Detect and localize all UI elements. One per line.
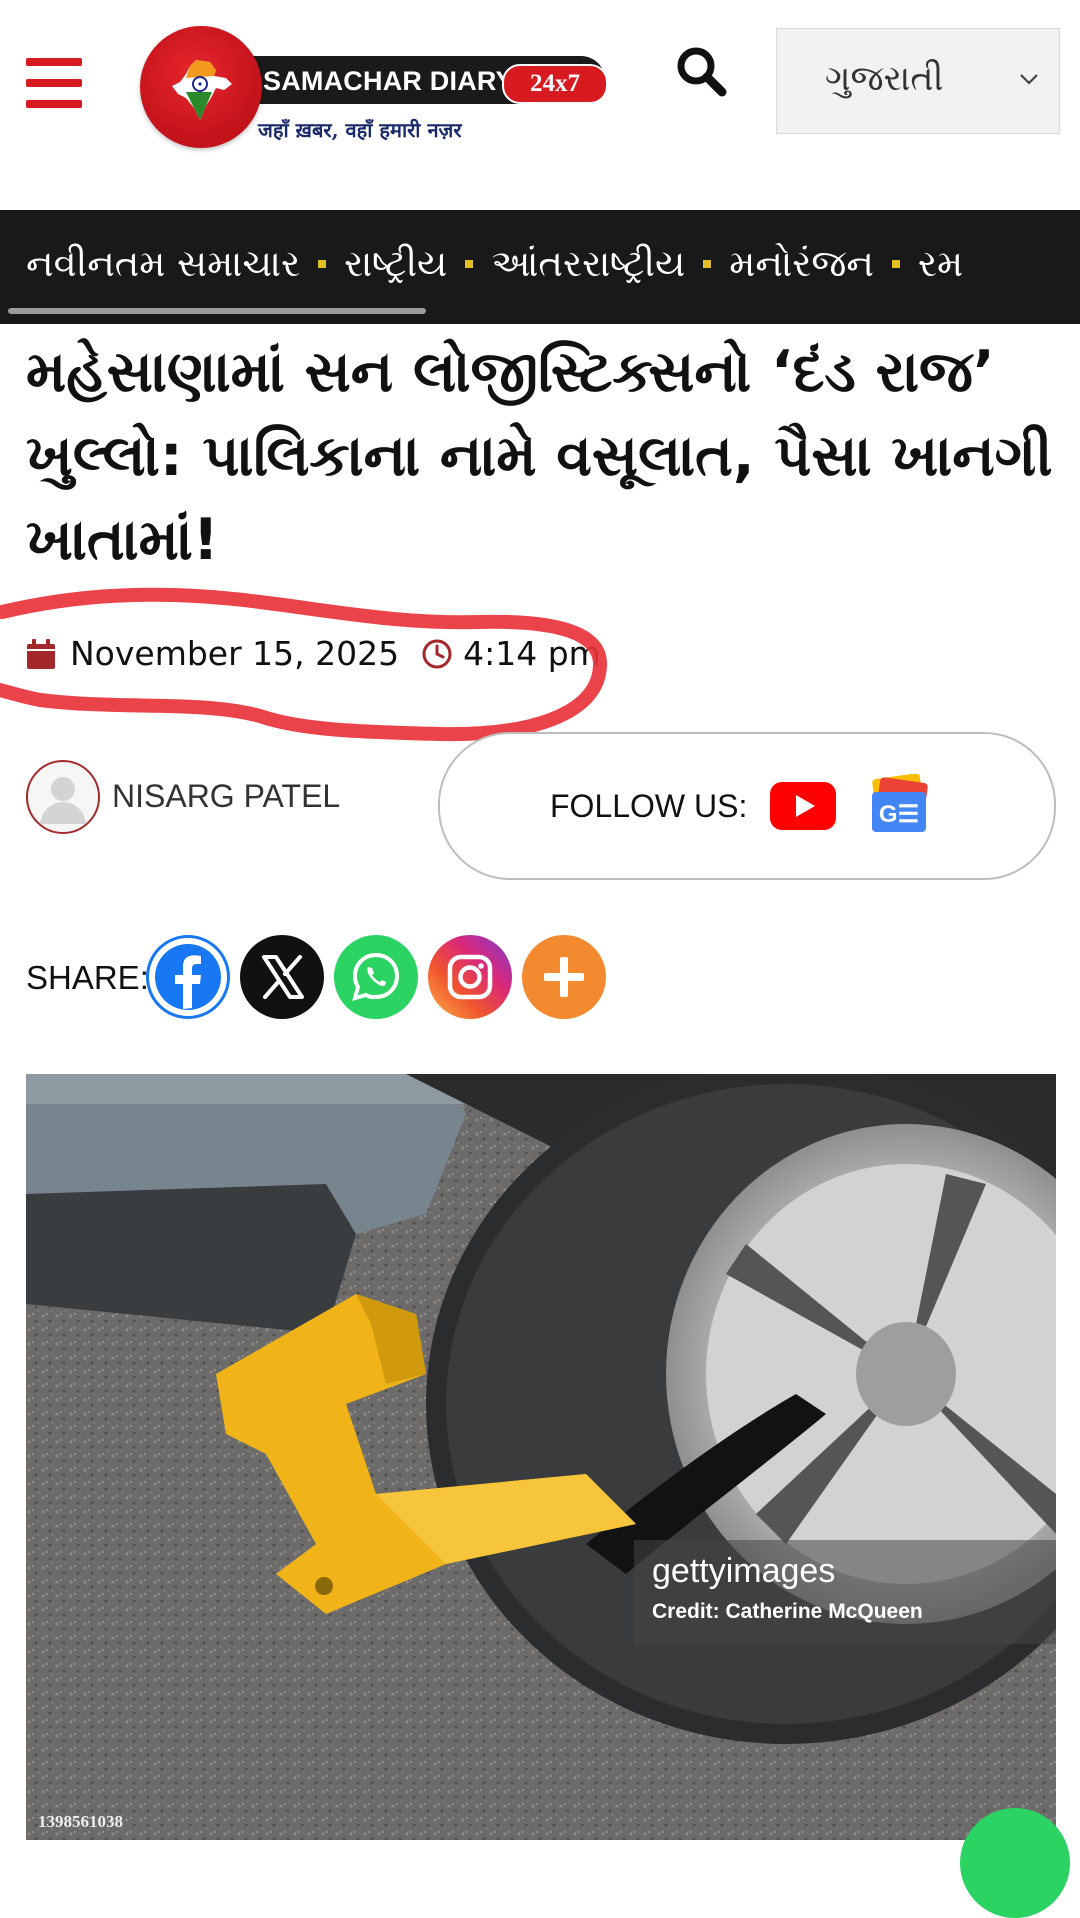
author-name[interactable]: NISARG PATEL [112, 778, 340, 815]
site-logo[interactable]: SAMACHAR DIARY 24x7 जहाँ ख़बर, वहाँ हमार… [140, 20, 610, 150]
x-icon[interactable] [240, 935, 324, 1019]
instagram-icon[interactable] [428, 935, 512, 1019]
nav-scrollbar[interactable] [8, 308, 426, 314]
photo-credit: Credit: Catherine McQueen [652, 1600, 923, 1623]
language-select[interactable]: ગુજરાતી [776, 28, 1060, 134]
share-bar: SHARE: [26, 935, 646, 1025]
nav-item-latest[interactable]: નવીનતમ સમાચાર [26, 242, 300, 286]
calendar-icon [27, 638, 55, 669]
nav-item-international[interactable]: આંતરરાષ્ટ્રીય [491, 242, 685, 286]
article-headline: મહેસાણામાં સન લોજીસ્ટિક્સનો ‘દંડ રાજ’ ખુ… [26, 339, 1053, 573]
logo-badge [140, 26, 262, 148]
nav-separator [891, 259, 900, 268]
youtube-icon[interactable] [770, 782, 836, 830]
article-date: November 15, 2025 [70, 634, 400, 673]
india-map-icon [172, 60, 232, 120]
nav-items: નવીનતમ સમાચાર રાષ્ટ્રીય આંતરરાષ્ટ્રીય મનોરં… [26, 240, 963, 286]
language-select-value: ગુજરાતી [825, 59, 944, 99]
car-wheel-clamp-photo [26, 1074, 1056, 1840]
google-news-icon[interactable]: G☰ [864, 774, 934, 838]
whatsapp-icon[interactable] [334, 935, 418, 1019]
getty-logo: gettyimages [652, 1552, 836, 1590]
nav-item-sports[interactable]: રમ [918, 242, 963, 286]
getty-watermark: gettyimages Credit: Catherine McQueen [634, 1540, 1056, 1644]
article-image[interactable]: gettyimages Credit: Catherine McQueen 13… [26, 1074, 1056, 1840]
follow-us-box: FOLLOW US: G☰ [438, 732, 1056, 880]
nav-separator [703, 259, 712, 268]
clock-icon [422, 639, 452, 668]
svg-text:G☰: G☰ [879, 801, 919, 828]
category-nav: નવીનતમ સમાચાર રાષ્ટ્રીય આંતરરાષ્ટ્રીય મનોરં… [0, 210, 1080, 324]
avatar [26, 760, 100, 834]
nav-separator [318, 259, 327, 268]
logo-tag: 24x7 [502, 64, 608, 104]
whatsapp-chat-button[interactable] [960, 1808, 1070, 1918]
article-time: 4:14 pm [463, 634, 601, 673]
nav-item-entertainment[interactable]: મનોરંજન [729, 242, 874, 286]
nav-item-national[interactable]: રાષ્ટ્રીય [344, 242, 447, 286]
share-label: SHARE: [26, 959, 149, 996]
facebook-icon[interactable] [146, 935, 230, 1019]
follow-us-label: FOLLOW US: [550, 788, 748, 824]
article-meta: November 15, 2025 4:14 pm [26, 632, 601, 682]
plus-icon[interactable] [522, 935, 606, 1019]
logo-slogan: जहाँ ख़बर, वहाँ हमारी नज़र [258, 118, 462, 142]
hamburger-icon[interactable] [26, 58, 82, 108]
search-icon[interactable] [674, 44, 730, 100]
photo-id: 1398561038 [38, 1812, 123, 1831]
chevron-down-icon [1020, 74, 1038, 85]
site-header: SAMACHAR DIARY 24x7 जहाँ ख़बर, वहाँ हमार… [0, 0, 1080, 210]
logo-name: SAMACHAR DIARY [263, 66, 514, 96]
nav-separator [465, 259, 474, 268]
